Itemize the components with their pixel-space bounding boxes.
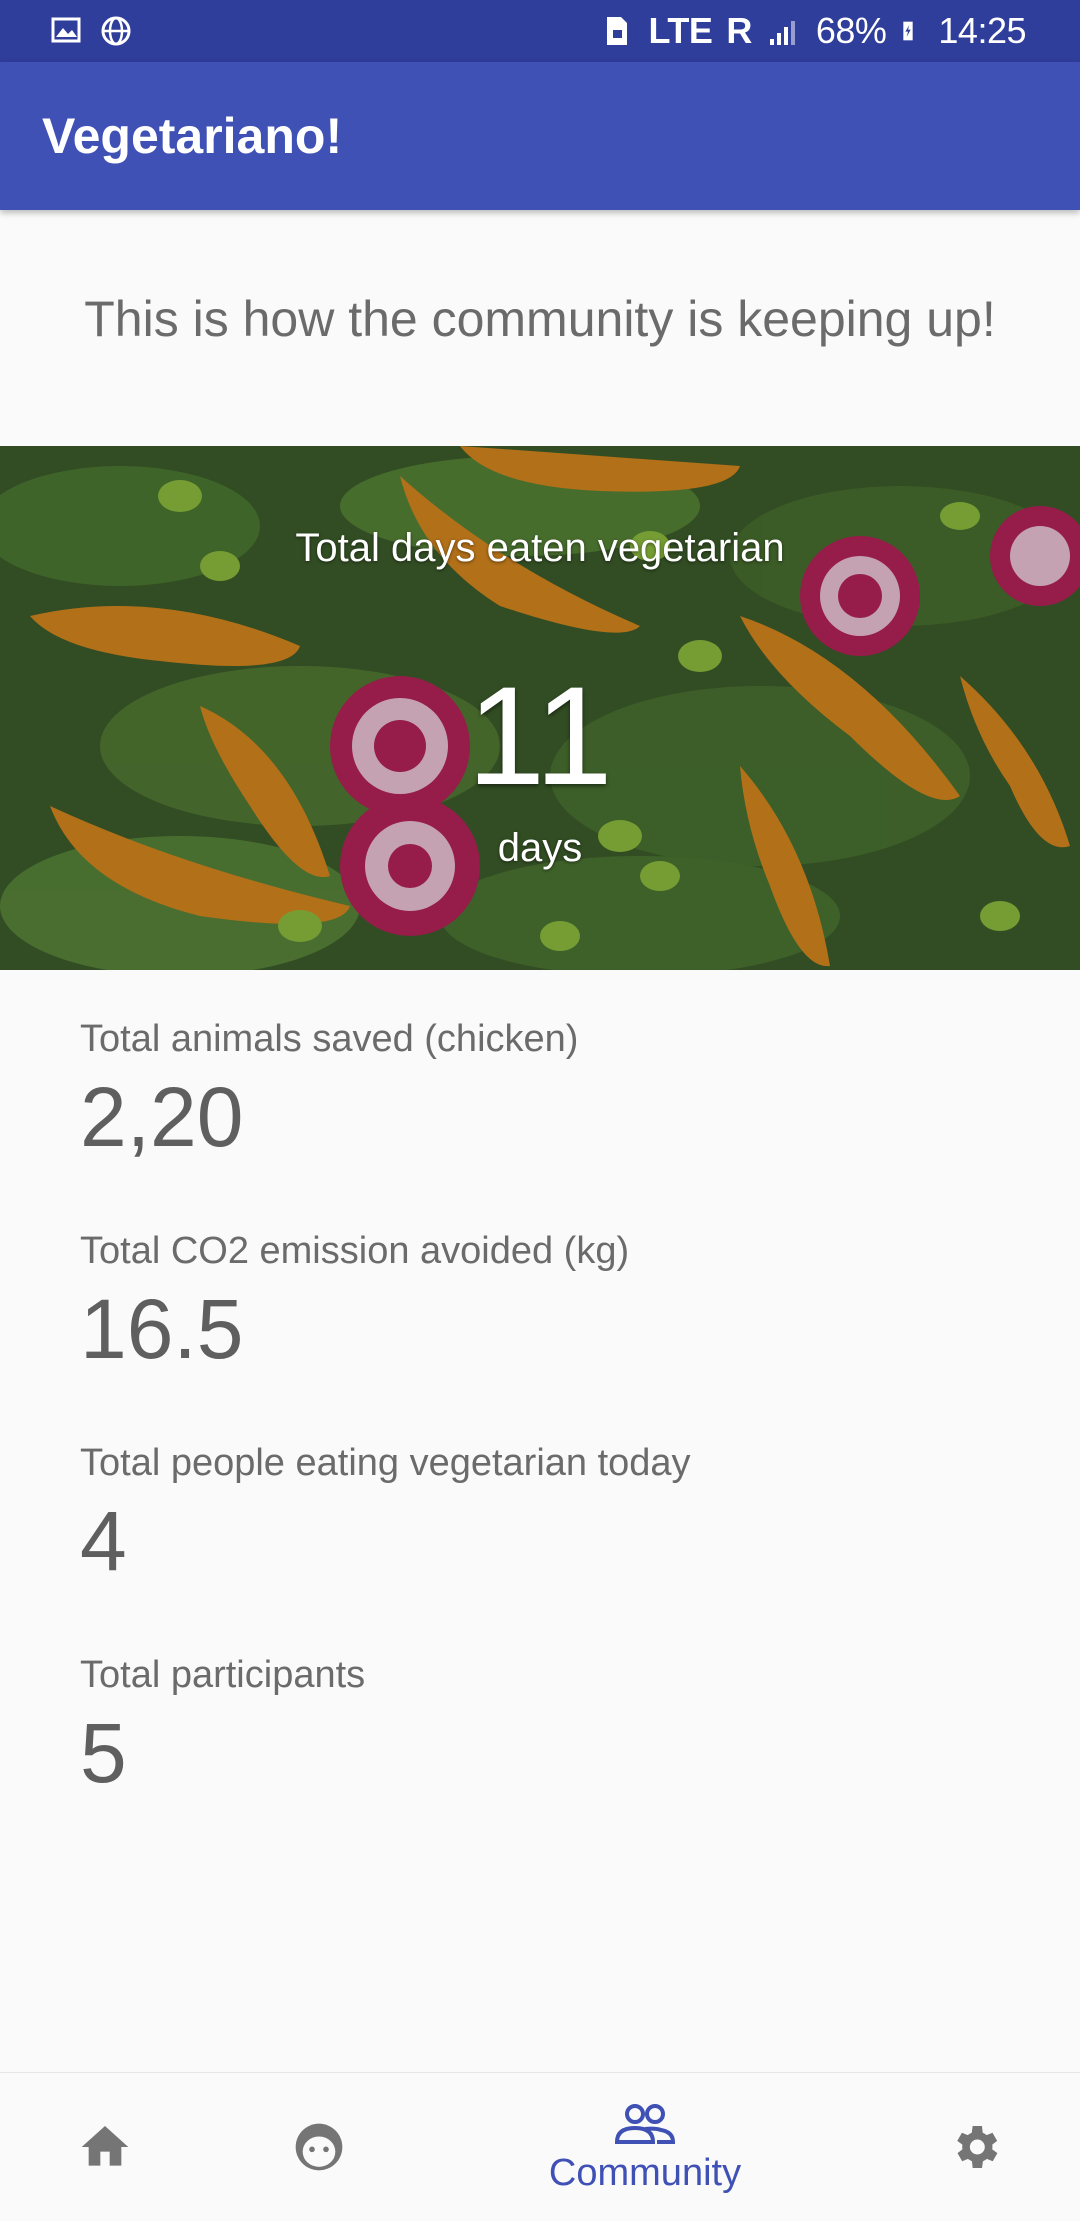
app-title: Vegetariano!: [42, 108, 343, 164]
hero-banner: Total days eaten vegetarian 11 days: [0, 446, 1080, 970]
stat-value: 5: [80, 1706, 127, 1800]
signal-icon: [769, 21, 795, 45]
community-icon: [614, 2103, 676, 2144]
settings-icon: [957, 2126, 998, 2168]
hero-value: 11: [467, 657, 613, 814]
nav-profile[interactable]: [254, 2073, 384, 2221]
nav-community[interactable]: Community: [520, 2073, 770, 2221]
home-icon: [81, 2126, 129, 2166]
app-bar: Vegetariano!: [0, 62, 1080, 210]
status-right: LTE R 68% 14:25: [599, 10, 1026, 52]
stat-label: Total CO2 emission avoided (kg): [80, 1230, 630, 1272]
page-headline: This is how the community is keeping up!: [84, 291, 996, 347]
clock: 14:25: [938, 10, 1026, 51]
stat-value: 2,20: [80, 1070, 244, 1164]
roaming-indicator: R: [726, 10, 752, 51]
stat-label: Total animals saved (chicken): [80, 1018, 579, 1060]
network-type: LTE: [648, 10, 713, 51]
stat-total-participants: Total participants 5: [80, 1654, 365, 1802]
sim-lock-icon: [606, 17, 627, 45]
face-icon: [295, 2123, 343, 2171]
battery-charging-icon: [903, 21, 914, 41]
gallery-icon: [51, 17, 81, 43]
nav-home[interactable]: [40, 2073, 170, 2221]
stat-co2-avoided: Total CO2 emission avoided (kg) 16.5: [80, 1230, 629, 1378]
stat-people-today: Total people eating vegetarian today 4: [80, 1442, 691, 1590]
globe-icon: [101, 16, 131, 46]
hero-unit: days: [497, 826, 583, 870]
stat-label: Total people eating vegetarian today: [80, 1442, 691, 1484]
nav-settings[interactable]: [910, 2073, 1040, 2221]
nav-community-label: Community: [548, 2151, 742, 2194]
hero-label: Total days eaten vegetarian: [295, 526, 785, 570]
stat-value: 16.5: [80, 1282, 244, 1376]
stat-label: Total participants: [80, 1654, 366, 1696]
battery-percent: 68%: [815, 10, 887, 51]
bottom-navigation: Community: [0, 2072, 1080, 2220]
status-left: [48, 13, 134, 49]
stat-value: 4: [80, 1494, 127, 1588]
stat-animals-saved: Total animals saved (chicken) 2,20: [80, 1018, 578, 1166]
status-bar: LTE R 68% 14:25: [0, 0, 1080, 62]
